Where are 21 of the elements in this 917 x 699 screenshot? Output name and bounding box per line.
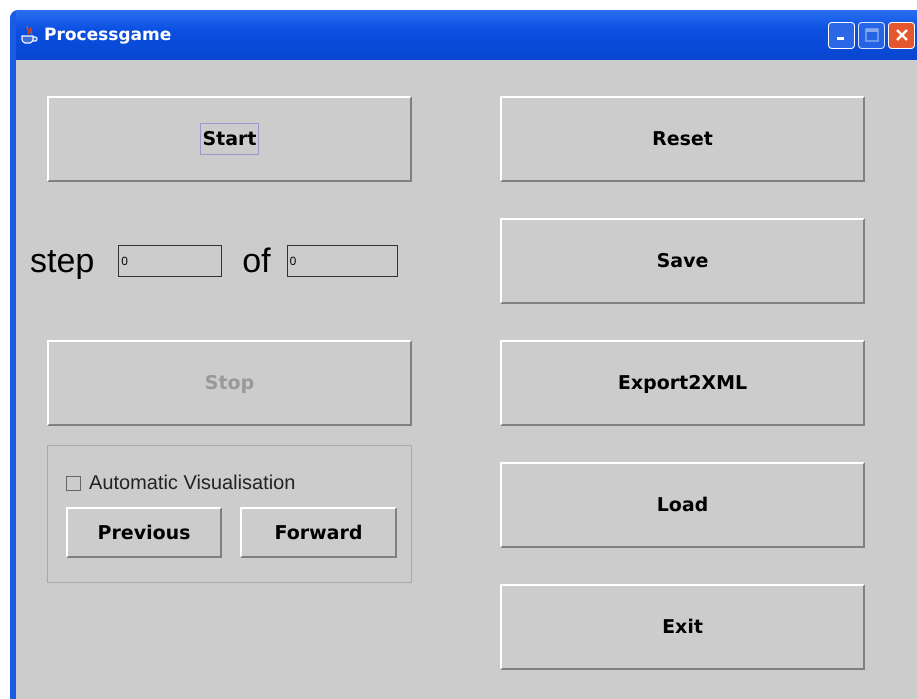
action-button[interactable]: Exit	[500, 584, 865, 670]
step-field[interactable]: 0	[118, 245, 222, 277]
of-label: of	[242, 242, 271, 280]
action-button[interactable]: Reset	[500, 96, 865, 182]
action-button[interactable]: Export2XML	[500, 340, 865, 426]
total-field[interactable]: 0	[286, 245, 398, 277]
window-title: Processgame	[44, 25, 172, 45]
automatic-visualisation-checkbox[interactable]: Automatic Visualisation	[66, 472, 411, 495]
previous-button[interactable]: Previous	[66, 507, 222, 558]
close-icon	[894, 28, 908, 42]
action-button[interactable]: Load	[500, 462, 865, 548]
action-button[interactable]: Save	[500, 218, 865, 304]
minimize-button[interactable]	[828, 22, 855, 48]
close-button[interactable]	[888, 22, 915, 48]
minimize-icon	[836, 37, 844, 40]
forward-button[interactable]: Forward	[240, 507, 397, 558]
coffee-cup-icon	[20, 25, 38, 45]
start-button[interactable]: Start	[47, 96, 412, 182]
step-label: step	[30, 242, 94, 280]
maximize-icon	[864, 28, 878, 42]
maximize-button[interactable]	[858, 22, 885, 48]
